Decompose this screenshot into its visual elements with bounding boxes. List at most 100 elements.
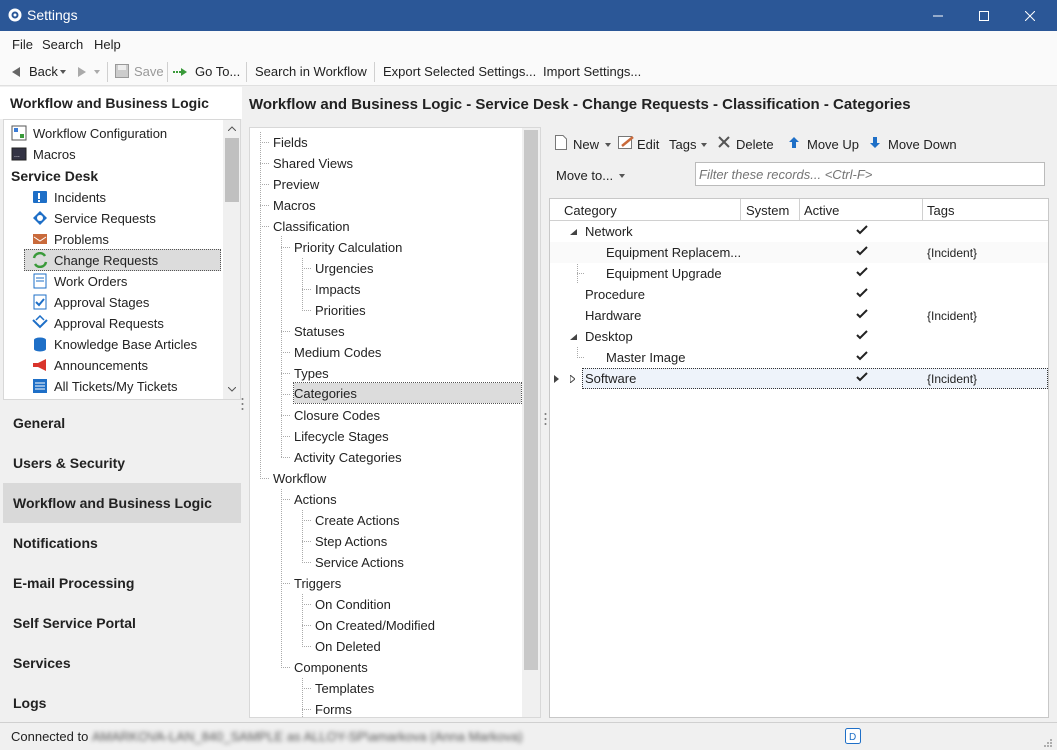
forward-arrow-icon[interactable] bbox=[78, 67, 86, 77]
active-check-icon bbox=[856, 351, 868, 361]
maximize-button[interactable] bbox=[961, 0, 1007, 31]
nav-section-general[interactable]: General bbox=[3, 403, 241, 443]
tags-button[interactable]: Tags bbox=[669, 137, 696, 152]
delete-button[interactable]: Delete bbox=[736, 137, 774, 152]
status-bar: Connected to AMARKOVA-LAN_840_SAMPLE as … bbox=[0, 722, 1057, 750]
nav-item-approval-stages[interactable]: Approval Stages bbox=[32, 292, 222, 313]
nav-section-services[interactable]: Services bbox=[3, 643, 241, 683]
active-check-icon bbox=[856, 309, 868, 319]
column-divider[interactable] bbox=[922, 199, 923, 221]
toolbar-separator bbox=[246, 62, 247, 82]
save-button[interactable]: Save bbox=[134, 64, 164, 79]
tree-node-categories[interactable]: Categories bbox=[293, 382, 522, 404]
nav-section-users-security[interactable]: Users & Security bbox=[3, 443, 241, 483]
approval-request-icon bbox=[32, 315, 48, 329]
nav-header: Workflow and Business Logic bbox=[0, 87, 242, 119]
close-button[interactable] bbox=[1007, 0, 1053, 31]
records-panel: New Edit Tags Delete Move Up Move Down M… bbox=[549, 127, 1049, 718]
search-in-workflow-button[interactable]: Search in Workflow bbox=[255, 64, 367, 79]
back-button[interactable]: Back bbox=[29, 64, 58, 79]
edit-icon bbox=[618, 136, 634, 149]
resize-grip-icon[interactable] bbox=[1043, 738, 1053, 748]
menu-bar: File Search Help bbox=[0, 31, 1057, 58]
nav-item-all-tickets[interactable]: All Tickets/My Tickets bbox=[32, 376, 222, 397]
menu-file[interactable]: File bbox=[12, 37, 33, 52]
nav-section-logs[interactable]: Logs bbox=[3, 683, 241, 723]
nav-item-workflow-configuration[interactable]: Workflow Configuration bbox=[11, 123, 221, 144]
new-button[interactable]: New bbox=[573, 137, 599, 152]
edit-button[interactable]: Edit bbox=[637, 137, 659, 152]
column-header-tags[interactable]: Tags bbox=[927, 203, 954, 218]
problem-icon bbox=[33, 234, 47, 244]
grid-row[interactable]: Equipment Replacem... {Incident} bbox=[550, 242, 1048, 263]
column-header-category[interactable]: Category bbox=[564, 203, 617, 218]
expand-triangle-icon[interactable] bbox=[570, 375, 575, 383]
kb-icon bbox=[34, 337, 46, 352]
settings-gear-icon bbox=[8, 8, 22, 22]
collapse-triangle-icon[interactable] bbox=[570, 229, 577, 235]
nav-item-service-requests[interactable]: Service Requests bbox=[32, 208, 222, 229]
nav-item-change-requests[interactable]: Change Requests bbox=[24, 249, 221, 271]
tree-scroll-thumb[interactable] bbox=[524, 130, 538, 670]
grid-row[interactable]: Desktop bbox=[550, 326, 1048, 347]
column-header-system[interactable]: System bbox=[746, 203, 789, 218]
grid-row-selected[interactable]: Software {Incident} bbox=[582, 368, 1048, 389]
nav-item-problems[interactable]: Problems bbox=[32, 229, 222, 250]
splitter-grip-icon[interactable] bbox=[544, 412, 547, 426]
status-doc-icon[interactable]: D bbox=[845, 728, 861, 744]
nav-section-email-processing[interactable]: E-mail Processing bbox=[3, 563, 241, 603]
nav-scrollbar[interactable] bbox=[223, 120, 240, 399]
nav-section-self-service-portal[interactable]: Self Service Portal bbox=[3, 603, 241, 643]
collapse-triangle-icon[interactable] bbox=[570, 334, 577, 340]
filter-records-input[interactable] bbox=[695, 162, 1045, 186]
move-to-dropdown-icon[interactable] bbox=[619, 174, 625, 178]
active-check-icon bbox=[856, 246, 868, 256]
tree-scrollbar[interactable] bbox=[522, 128, 540, 717]
nav-item-macros[interactable]: ... Macros bbox=[11, 144, 221, 165]
minimize-button[interactable] bbox=[915, 0, 961, 31]
column-divider[interactable] bbox=[799, 199, 800, 221]
active-check-icon bbox=[856, 330, 868, 340]
back-dropdown-icon[interactable] bbox=[60, 70, 66, 74]
grid-row[interactable]: Equipment Upgrade bbox=[550, 263, 1048, 284]
column-divider[interactable] bbox=[740, 199, 741, 221]
scroll-up-icon[interactable] bbox=[228, 126, 236, 131]
nav-item-announcements[interactable]: Announcements bbox=[32, 355, 222, 376]
arrow-down-icon bbox=[870, 137, 880, 148]
nav-item-incidents[interactable]: Incidents bbox=[32, 187, 222, 208]
menu-search[interactable]: Search bbox=[42, 37, 83, 52]
export-settings-button[interactable]: Export Selected Settings... bbox=[383, 64, 536, 79]
scroll-down-icon[interactable] bbox=[228, 387, 236, 392]
grid-row[interactable]: Procedure bbox=[550, 284, 1048, 305]
import-settings-button[interactable]: Import Settings... bbox=[543, 64, 641, 79]
grid-row[interactable]: Hardware {Incident} bbox=[550, 305, 1048, 326]
grid-row[interactable]: Master Image bbox=[550, 347, 1048, 368]
back-arrow-icon[interactable] bbox=[12, 67, 20, 77]
splitter-grip-icon[interactable] bbox=[241, 397, 244, 411]
goto-button[interactable]: Go To... bbox=[195, 64, 240, 79]
nav-item-approval-requests[interactable]: Approval Requests bbox=[32, 313, 222, 334]
goto-arrow-icon bbox=[173, 68, 187, 76]
connection-info: AMARKOVA-LAN_840_SAMPLE as ALLOY-SP\amar… bbox=[92, 729, 523, 744]
title-bar: Settings bbox=[0, 0, 1057, 31]
connection-label: Connected to bbox=[11, 729, 89, 744]
move-down-button[interactable]: Move Down bbox=[888, 137, 957, 152]
nav-section-notifications[interactable]: Notifications bbox=[3, 523, 241, 563]
menu-help[interactable]: Help bbox=[94, 37, 121, 52]
nav-item-work-orders[interactable]: Work Orders bbox=[32, 271, 222, 292]
nav-group-service-desk[interactable]: Service Desk bbox=[11, 165, 221, 186]
move-up-button[interactable]: Move Up bbox=[807, 137, 859, 152]
move-to-button[interactable]: Move to... bbox=[556, 168, 613, 183]
column-header-active[interactable]: Active bbox=[804, 203, 839, 218]
incident-icon bbox=[33, 191, 47, 203]
forward-dropdown-icon[interactable] bbox=[94, 70, 100, 74]
nav-item-knowledge-base[interactable]: Knowledge Base Articles bbox=[32, 334, 222, 355]
active-check-icon bbox=[856, 267, 868, 277]
new-dropdown-icon[interactable] bbox=[605, 143, 611, 147]
grid-row[interactable]: Network bbox=[550, 221, 1048, 242]
active-check-icon bbox=[856, 288, 868, 298]
nav-section-workflow[interactable]: Workflow and Business Logic bbox=[3, 483, 241, 523]
tags-dropdown-icon[interactable] bbox=[701, 143, 707, 147]
toolbar-separator bbox=[374, 62, 375, 82]
nav-scroll-thumb[interactable] bbox=[225, 138, 239, 202]
